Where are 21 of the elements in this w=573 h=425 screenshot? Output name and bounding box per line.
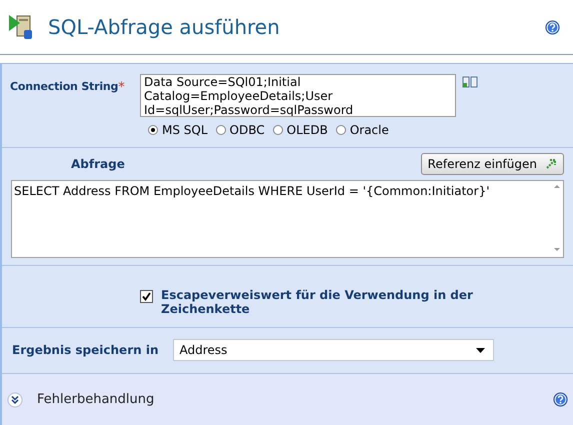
provider-radio[interactable]: Oracle xyxy=(336,123,389,137)
insert-reference-button[interactable]: Referenz einfügen xyxy=(420,153,564,175)
query-field[interactable]: SELECT Address FROM EmployeeDetails WHERE UserId = '{Common:Initiator}' xyxy=(11,180,564,258)
escape-checkbox[interactable] xyxy=(140,290,153,303)
result-label: Ergebnis speichern in xyxy=(12,343,158,357)
page-title: SQL-Abfrage ausführen xyxy=(48,15,281,39)
escape-label: Escapeverweiswert für die Verwendung in der Zeichenkette xyxy=(161,288,474,316)
provider-radio[interactable]: ODBC xyxy=(216,123,265,137)
query-label: Abfrage xyxy=(71,157,125,171)
help-icon[interactable] xyxy=(553,392,568,407)
connection-string-label: Connection String* xyxy=(10,79,126,97)
error-handling-bar[interactable]: Fehlerbehandlung xyxy=(2,374,573,425)
expand-icon[interactable] xyxy=(7,392,23,408)
help-icon[interactable] xyxy=(545,20,560,34)
book-icon[interactable] xyxy=(462,76,478,88)
server-play-icon xyxy=(8,14,34,40)
provider-radio[interactable]: MS SQL xyxy=(148,123,208,137)
arrow-icon xyxy=(545,158,557,170)
caret-icon xyxy=(476,348,486,352)
result-dropdown[interactable]: Address xyxy=(173,339,494,361)
provider-radio[interactable]: OLEDB xyxy=(272,123,328,137)
